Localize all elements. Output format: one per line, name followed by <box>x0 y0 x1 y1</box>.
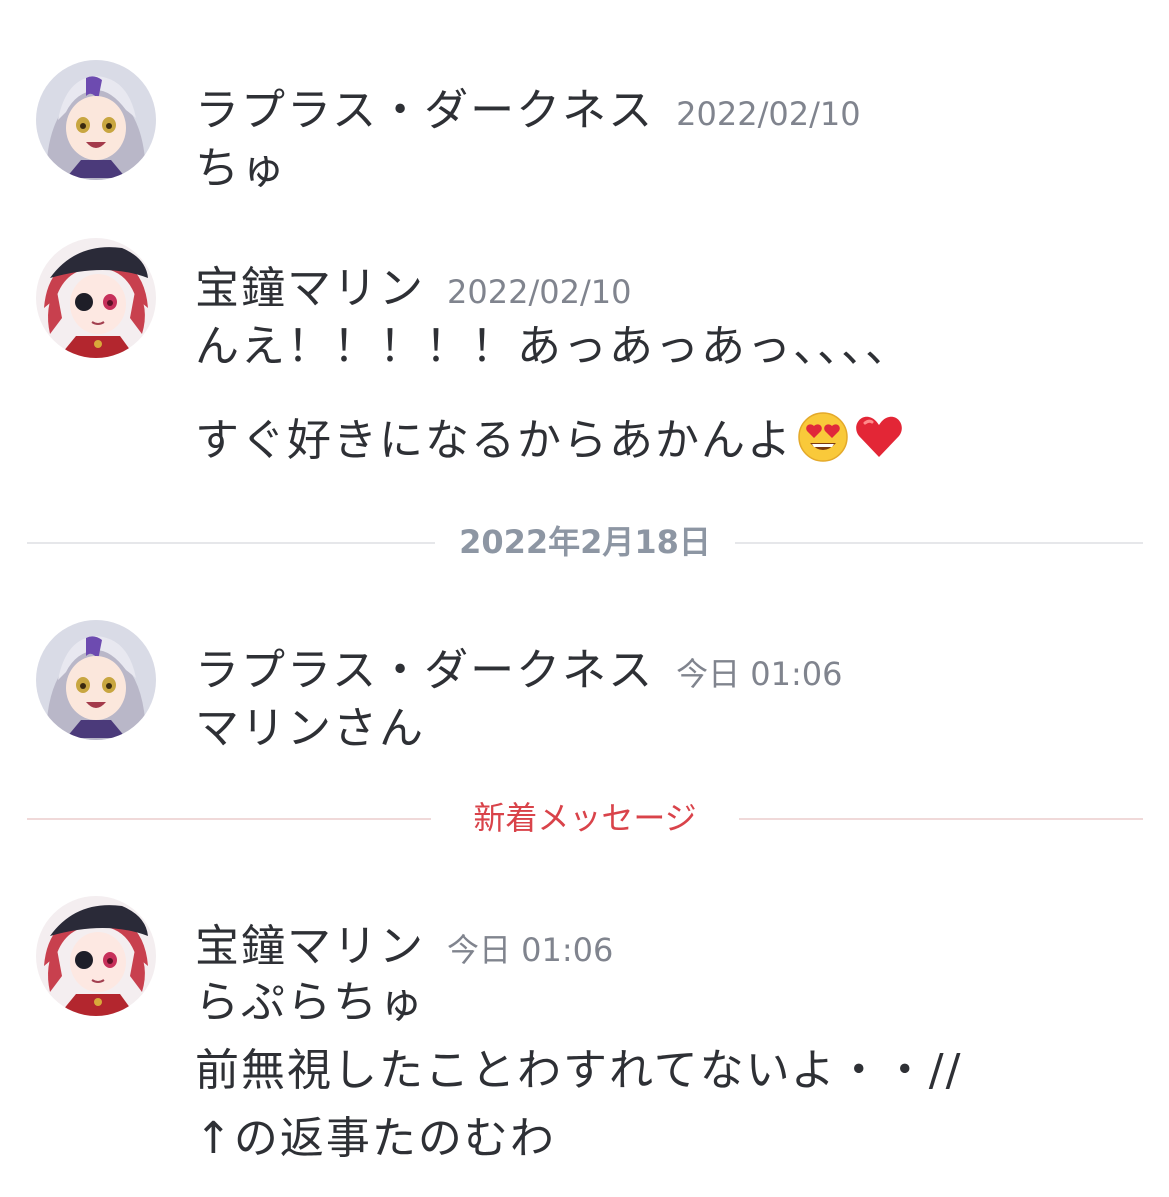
date-divider: 2022年2月18日 <box>27 522 1143 562</box>
message-timestamp: 今日 01:06 <box>447 931 614 969</box>
message-text-with-emoji: すぐ好きになるからあかんよ <box>195 404 905 474</box>
avatar[interactable] <box>36 238 156 358</box>
message-text: マリンさん <box>195 703 425 754</box>
avatar[interactable] <box>36 60 156 180</box>
avatar[interactable] <box>36 896 156 1016</box>
author-name[interactable]: ラプラス・ダークネス <box>195 85 654 136</box>
author-name[interactable]: 宝鐘マリン <box>195 263 425 314</box>
heart-eyes-emoji-icon <box>797 411 849 474</box>
laplus-avatar-image <box>36 620 156 740</box>
message-text: 前無視したことわすれてないよ・・// <box>195 1045 963 1096</box>
message-text: すぐ好きになるからあかんよ <box>195 415 793 466</box>
author-name[interactable]: ラプラス・ダークネス <box>195 645 654 696</box>
message-text: んえ！！！！！あっあっあっ、、、、 <box>195 321 911 372</box>
new-messages-divider: 新着メッセージ <box>27 798 1143 838</box>
message-timestamp: 2022/02/10 <box>447 273 632 311</box>
message-text: ちゅ <box>195 143 287 194</box>
message-timestamp: 2022/02/10 <box>676 95 861 133</box>
red-heart-emoji-icon <box>853 411 905 474</box>
message-text: ↑の返事たのむわ <box>195 1113 556 1164</box>
marine-avatar-image <box>36 896 156 1016</box>
marine-avatar-image <box>36 238 156 358</box>
date-divider-label: 2022年2月18日 <box>459 523 711 561</box>
new-messages-label: 新着メッセージ <box>473 799 697 837</box>
message-timestamp: 今日 01:06 <box>676 655 843 693</box>
laplus-avatar-image <box>36 60 156 180</box>
avatar[interactable] <box>36 620 156 740</box>
author-name[interactable]: 宝鐘マリン <box>195 921 425 972</box>
message-text: らぷらちゅ <box>195 977 425 1028</box>
